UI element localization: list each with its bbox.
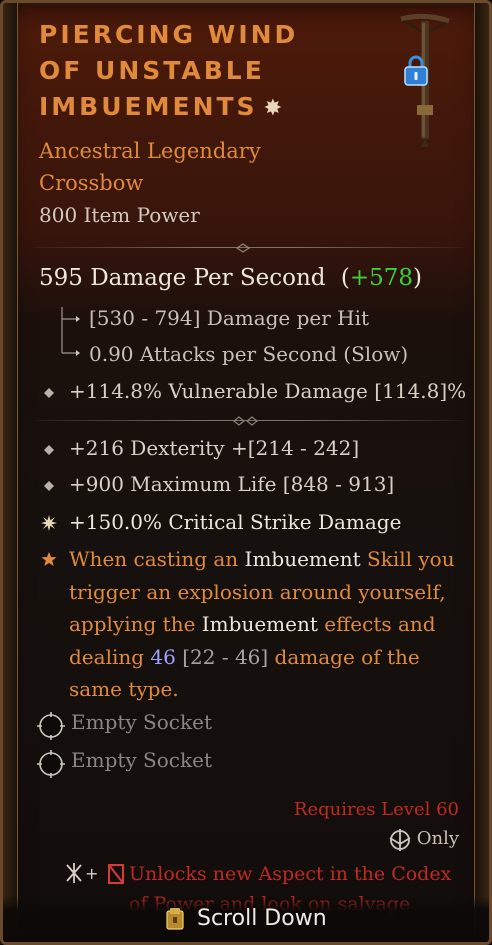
divider-ornament-icon (235, 243, 251, 253)
empty-socket-icon (37, 750, 65, 778)
empty-socket-icon (37, 712, 65, 740)
greater-spark-icon: ✸ (263, 96, 282, 121)
legendary-value: 46 (150, 644, 176, 669)
empty-socket-1: Empty Socket (71, 710, 212, 734)
affix-dexterity: +216 Dexterity +[214 - 242] (69, 436, 360, 460)
affix-critical-strike-damage: +150.0% Critical Strike Damage (69, 510, 402, 534)
item-rarity: Ancestral Legendary Crossbow (39, 135, 261, 199)
section-divider (33, 242, 463, 254)
legendary-keyword-2: Imbuement (201, 612, 318, 636)
tooltip-left-border (3, 3, 18, 942)
item-power: 800 Item Power (39, 203, 200, 227)
level-requirement: Requires Level 60 (293, 799, 459, 820)
item-tooltip: Piercing Wind of Unstable Imbuements ✸ An… (0, 0, 492, 945)
tooltip-right-border (474, 3, 489, 942)
item-name-line-2: of Unstable (39, 56, 265, 85)
class-restriction: Only (416, 828, 459, 849)
scroll-chest-icon[interactable] (161, 905, 189, 933)
scroll-down-label[interactable]: Scroll Down (197, 906, 327, 931)
attacks-per-second: 0.90 Attacks per Second (Slow) (89, 342, 409, 366)
lock-icon[interactable] (401, 53, 431, 87)
rogue-class-icon (389, 829, 411, 851)
legendary-power-text: When casting an Imbuement Skill you trig… (69, 543, 469, 706)
rarity-label: Ancestral Legendary (39, 139, 261, 163)
item-name-line-3-wrap: Imbuements ✸ (39, 89, 369, 127)
item-name-line-3: Imbuements (39, 92, 258, 121)
branch-connector-icon (61, 307, 80, 356)
item-name-line-1: Piercing Wind (39, 20, 299, 49)
dps-value: 595 Damage Per Second (39, 265, 326, 291)
affix-maximum-life: +900 Maximum Life [848 - 913] (69, 472, 395, 496)
dps-line: 595 Damage Per Second (+578) (39, 265, 422, 291)
greater-affix-star-icon (41, 515, 57, 531)
diamond-bullet-icon (44, 388, 54, 398)
legendary-range: [22 - 46] (175, 644, 269, 669)
item-type-label: Crossbow (39, 171, 144, 195)
diamond-bullet-icon (44, 481, 54, 491)
damage-per-hit: [530 - 794] Damage per Hit (89, 306, 370, 330)
divider-ornament-icon (233, 416, 258, 426)
empty-socket-2: Empty Socket (71, 748, 212, 772)
salvage-aspect-icon: + (66, 863, 124, 884)
aspect-plus: + (85, 864, 98, 883)
section-divider (33, 415, 463, 427)
legendary-star-icon (41, 552, 57, 566)
implicit-affix: +114.8% Vulnerable Damage [114.8]% (69, 379, 467, 403)
diamond-bullet-icon (44, 445, 54, 455)
legendary-text-1: When casting an (69, 547, 245, 571)
item-name: Piercing Wind of Unstable Imbuements ✸ (39, 17, 369, 127)
legendary-keyword-1: Imbuement (244, 547, 361, 571)
dps-increase: +578 (349, 265, 413, 291)
